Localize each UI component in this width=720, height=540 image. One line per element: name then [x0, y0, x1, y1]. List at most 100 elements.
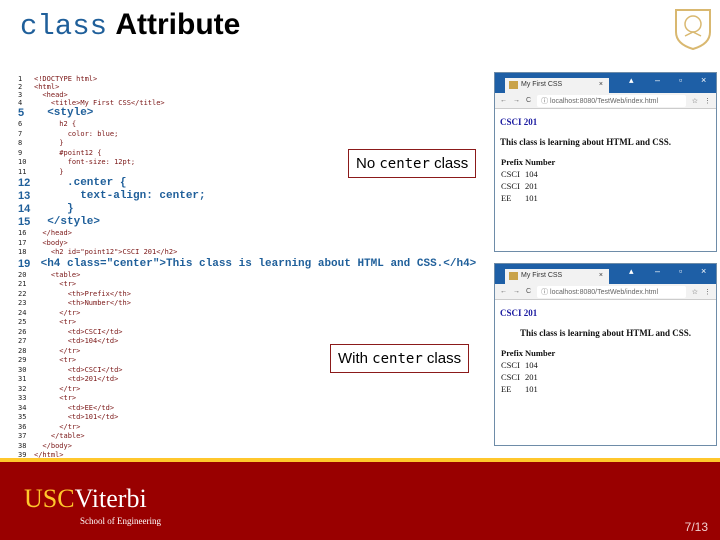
code-line: 31 <td>201</td> [18, 375, 498, 385]
code-text: <style> [34, 107, 94, 119]
reload-icon[interactable]: C [526, 97, 531, 104]
star-icon[interactable]: ☆ [692, 97, 698, 105]
close-tab-icon[interactable]: × [599, 272, 603, 279]
code-line: 4 <title>My First CSS</title> [18, 99, 498, 107]
table-row: CSCI 104 [500, 168, 556, 180]
code-line: 32 </tr> [18, 385, 498, 395]
address-bar[interactable]: ⓘ localhost:8080/TestWeb/index.html [537, 94, 686, 107]
line-number: 31 [18, 375, 27, 383]
header-cell: Prefix [501, 157, 524, 167]
code-text: <td>CSCI</td> [34, 365, 123, 374]
page-content: CSCI 201 This class is learning about HTM… [495, 300, 716, 401]
code-line: 2 <html> [18, 83, 498, 91]
line-number: 24 [18, 308, 27, 317]
line-number: 22 [18, 289, 27, 298]
line-number: 13 [18, 190, 31, 202]
code-text: .center { [34, 177, 127, 189]
line-number: 15 [18, 216, 31, 228]
minimize-icon[interactable]: – [655, 75, 660, 85]
page-content: CSCI 201 This class is learning about HTM… [495, 109, 716, 210]
cell: 101 [525, 193, 538, 203]
code-line: 3 <head> [18, 91, 498, 99]
code-text: </tr> [34, 384, 81, 393]
browser-tab[interactable]: My First CSS × [505, 269, 609, 284]
cell: EE [501, 193, 512, 203]
browser-screenshot-with-center: My First CSS × ▴ – ▫ × ← → Cⓘ localhost:8080/Tes… [494, 263, 717, 446]
code-text: #point12 { [34, 148, 102, 157]
favicon-icon [509, 81, 518, 89]
cell: 104 [525, 360, 538, 370]
code-line: 13 text-align: center; [18, 190, 498, 203]
code-line: 1 <!DOCTYPE html> [18, 75, 498, 83]
line-number: 18 [18, 248, 27, 256]
close-tab-icon[interactable]: × [599, 81, 603, 88]
code-line: 19 <h4 class="center">This class is lear… [18, 258, 498, 271]
code-text: <tr> [34, 394, 77, 402]
code-line: 18 <h2 id="point12">CSCI 201</h2> [18, 248, 498, 258]
code-line: 8 } [18, 139, 498, 149]
line-number: 5 [18, 107, 25, 119]
table-header-row: Prefix Number [500, 156, 556, 168]
table-row: EE 101 [500, 383, 556, 395]
browser-tab[interactable]: My First CSS × [505, 78, 609, 93]
address-bar[interactable]: ⓘ localhost:8080/TestWeb/index.html [537, 285, 686, 298]
code-text: text-align: center; [34, 190, 206, 202]
minimize-icon[interactable]: – [655, 266, 660, 276]
code-line: 36 </tr> [18, 423, 498, 433]
page-number: 7/13 [684, 520, 708, 534]
forward-icon[interactable]: → [513, 97, 520, 104]
cell: EE [501, 384, 512, 394]
profile-icon[interactable]: ▴ [629, 266, 634, 277]
code-text: h2 { [34, 120, 77, 128]
code-line: 24 </tr> [18, 309, 498, 319]
back-icon[interactable]: ← [500, 97, 507, 104]
course-table: Prefix Number CSCI 104 CSCI 201 EE 101 [500, 156, 556, 204]
title-word: Attribute [115, 8, 241, 41]
table-row: CSCI 104 [500, 359, 556, 371]
maximize-icon[interactable]: ▫ [679, 75, 682, 85]
back-icon[interactable]: ← [500, 288, 507, 295]
url-text: localhost:8080/TestWeb/index.html [550, 288, 659, 296]
line-number: 3 [18, 91, 23, 99]
forward-icon[interactable]: → [513, 288, 520, 295]
line-number: 14 [18, 203, 31, 215]
code-listing: 1 <!DOCTYPE html> 2 <html> 3 <head> 4 <title>… [18, 75, 498, 461]
menu-icon[interactable]: ⋮ [704, 288, 711, 296]
title-bar: My First CSS × ▴ – ▫ × [495, 73, 716, 93]
line-number: 27 [18, 337, 27, 345]
logo-school: School of Engineering [80, 516, 161, 526]
code-line: 14 } [18, 203, 498, 216]
title-bar: My First CSS × ▴ – ▫ × [495, 264, 716, 284]
line-number: 38 [18, 441, 27, 450]
title-code-word: class [20, 10, 108, 43]
slide-title: class Attribute [20, 8, 240, 43]
cell: 201 [525, 181, 538, 191]
close-icon[interactable]: × [701, 266, 706, 276]
code-text: </body> [34, 441, 72, 450]
logo-usc: USC [24, 484, 75, 513]
profile-icon[interactable]: ▴ [629, 75, 634, 86]
usc-viterbi-logo: USCViterbi School of Engineering [24, 484, 161, 526]
line-number: 19 [18, 257, 31, 270]
menu-icon[interactable]: ⋮ [704, 97, 711, 105]
star-icon[interactable]: ☆ [692, 288, 698, 296]
cell: 201 [525, 372, 538, 382]
cell: CSCI [501, 169, 520, 179]
code-text: <html> [34, 83, 60, 91]
code-line: 34 <td>EE</td> [18, 404, 498, 414]
label-text: No [356, 155, 380, 172]
cell: 104 [525, 169, 538, 179]
line-number: 30 [18, 365, 27, 374]
maximize-icon[interactable]: ▫ [679, 266, 682, 276]
code-text: </style> [34, 216, 101, 228]
code-text: <td>101</td> [34, 413, 119, 421]
code-text: } [34, 203, 74, 215]
label-text: class [429, 155, 469, 172]
code-line: 16 </head> [18, 229, 498, 239]
code-line: 12 .center { [18, 177, 498, 190]
reload-icon[interactable]: C [526, 288, 531, 295]
course-table: Prefix Number CSCI 104 CSCI 201 EE 101 [500, 347, 556, 395]
close-icon[interactable]: × [701, 75, 706, 85]
code-text: </tr> [34, 346, 81, 355]
code-text: <head> [34, 91, 68, 99]
